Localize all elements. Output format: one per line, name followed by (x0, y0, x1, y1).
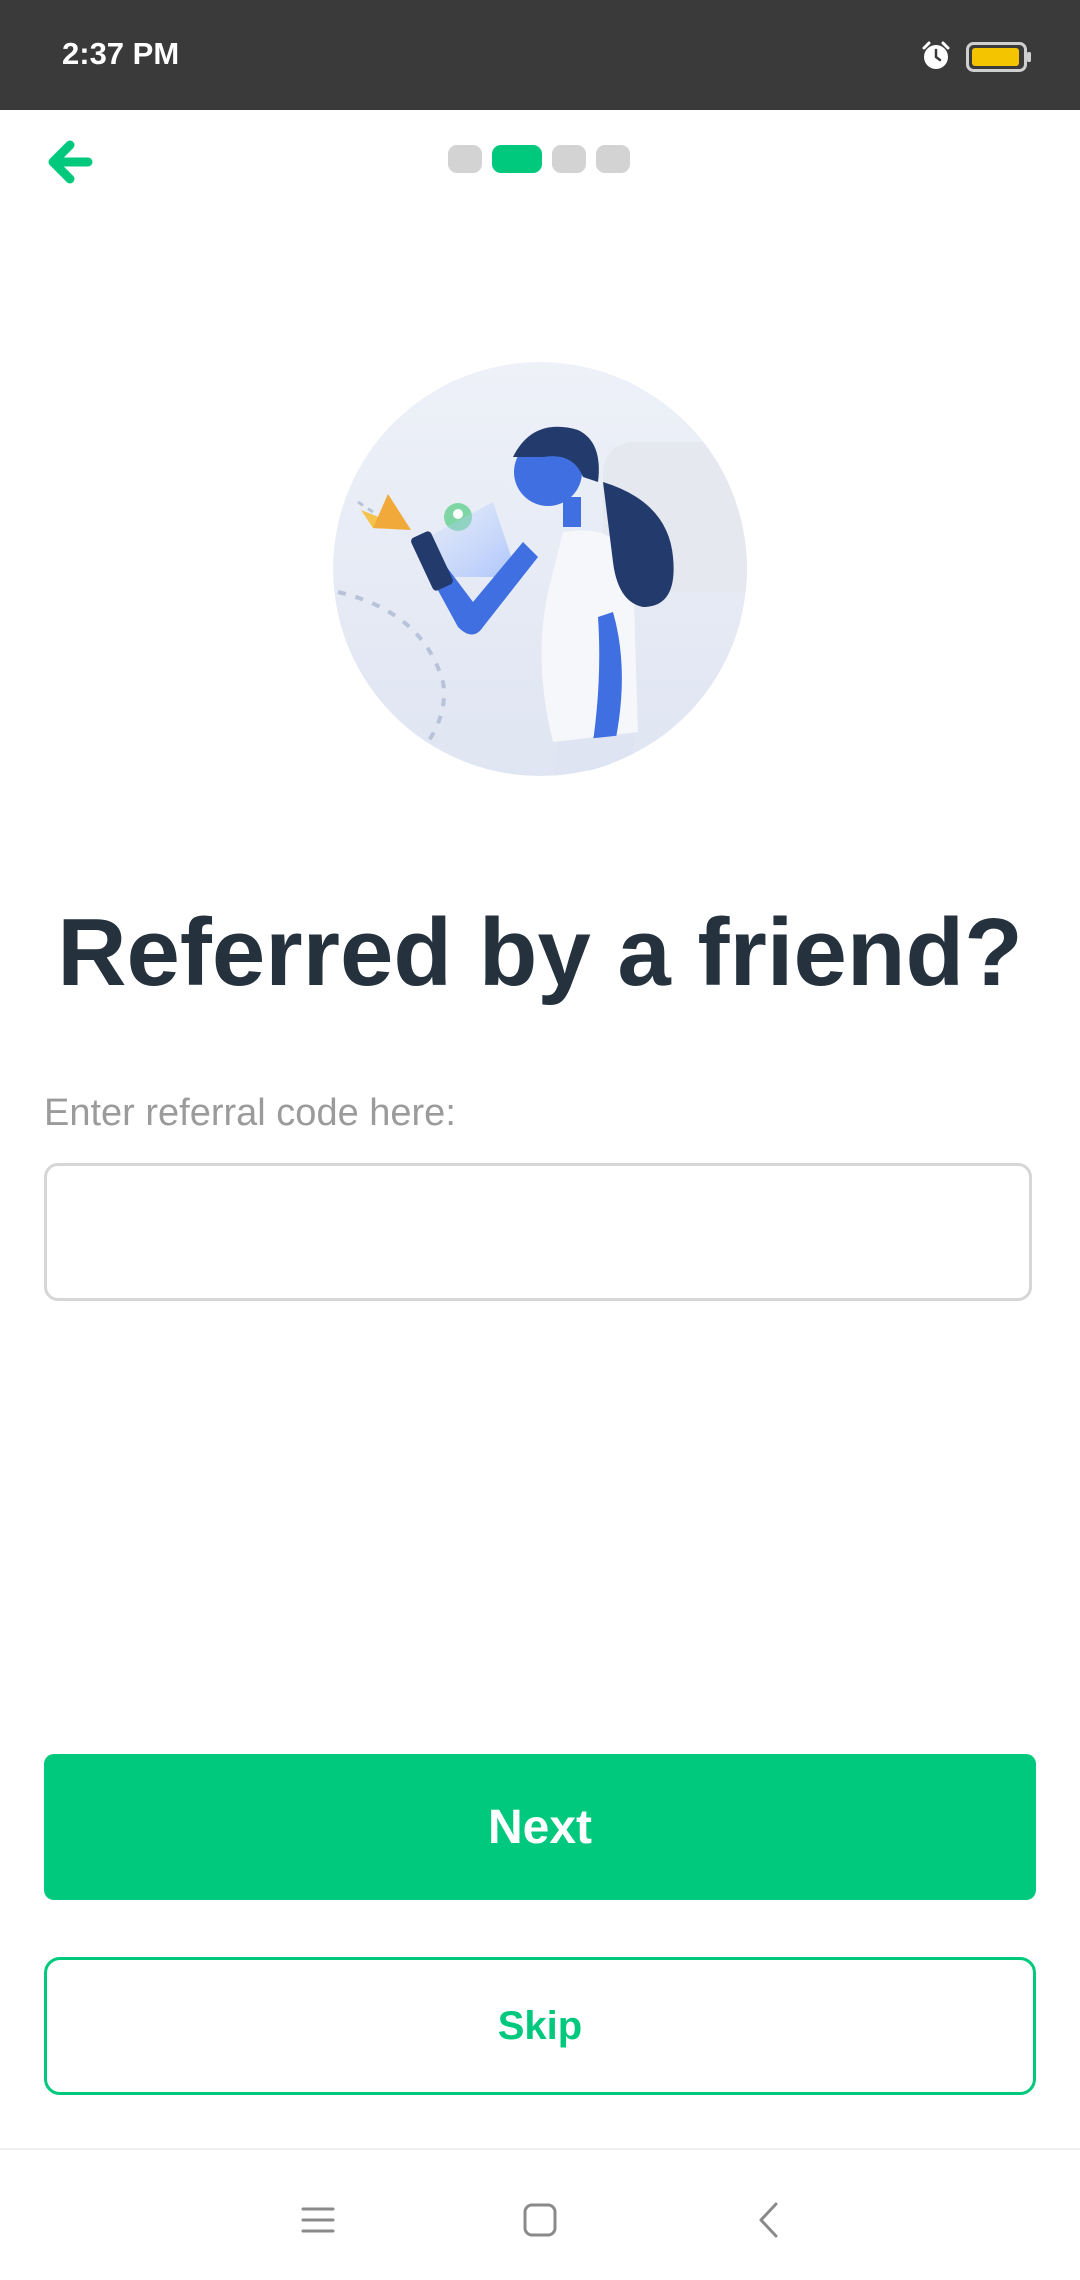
menu-icon (301, 2207, 335, 2233)
home-button[interactable] (510, 2190, 570, 2250)
menu-button[interactable] (288, 2190, 348, 2250)
next-button[interactable]: Next (44, 1754, 1036, 1900)
progress-step-active (492, 145, 542, 173)
referral-code-label: Enter referral code here: (44, 1092, 456, 1134)
referral-code-input[interactable] (44, 1163, 1032, 1301)
home-icon (523, 2203, 557, 2237)
status-bar: 2:37 PM (0, 0, 1080, 110)
page-title: Referred by a friend? (57, 899, 1023, 1006)
system-nav-bar (0, 2148, 1080, 2280)
progress-step (552, 145, 586, 173)
progress-step (596, 145, 630, 173)
alarm-icon (922, 41, 950, 69)
nav-back-button[interactable] (738, 2190, 798, 2250)
status-time: 2:37 PM (62, 36, 180, 71)
back-button[interactable] (34, 126, 106, 198)
arrow-left-icon (48, 140, 93, 184)
back-icon (759, 2202, 778, 2238)
progress-indicator (448, 145, 630, 173)
referral-screen: 2:37 PM Referred by a friend? Enter refe… (0, 0, 1080, 2280)
referral-illustration (333, 362, 747, 776)
skip-button[interactable]: Skip (44, 1957, 1036, 2095)
battery-icon (966, 42, 1031, 72)
progress-step (448, 145, 482, 173)
